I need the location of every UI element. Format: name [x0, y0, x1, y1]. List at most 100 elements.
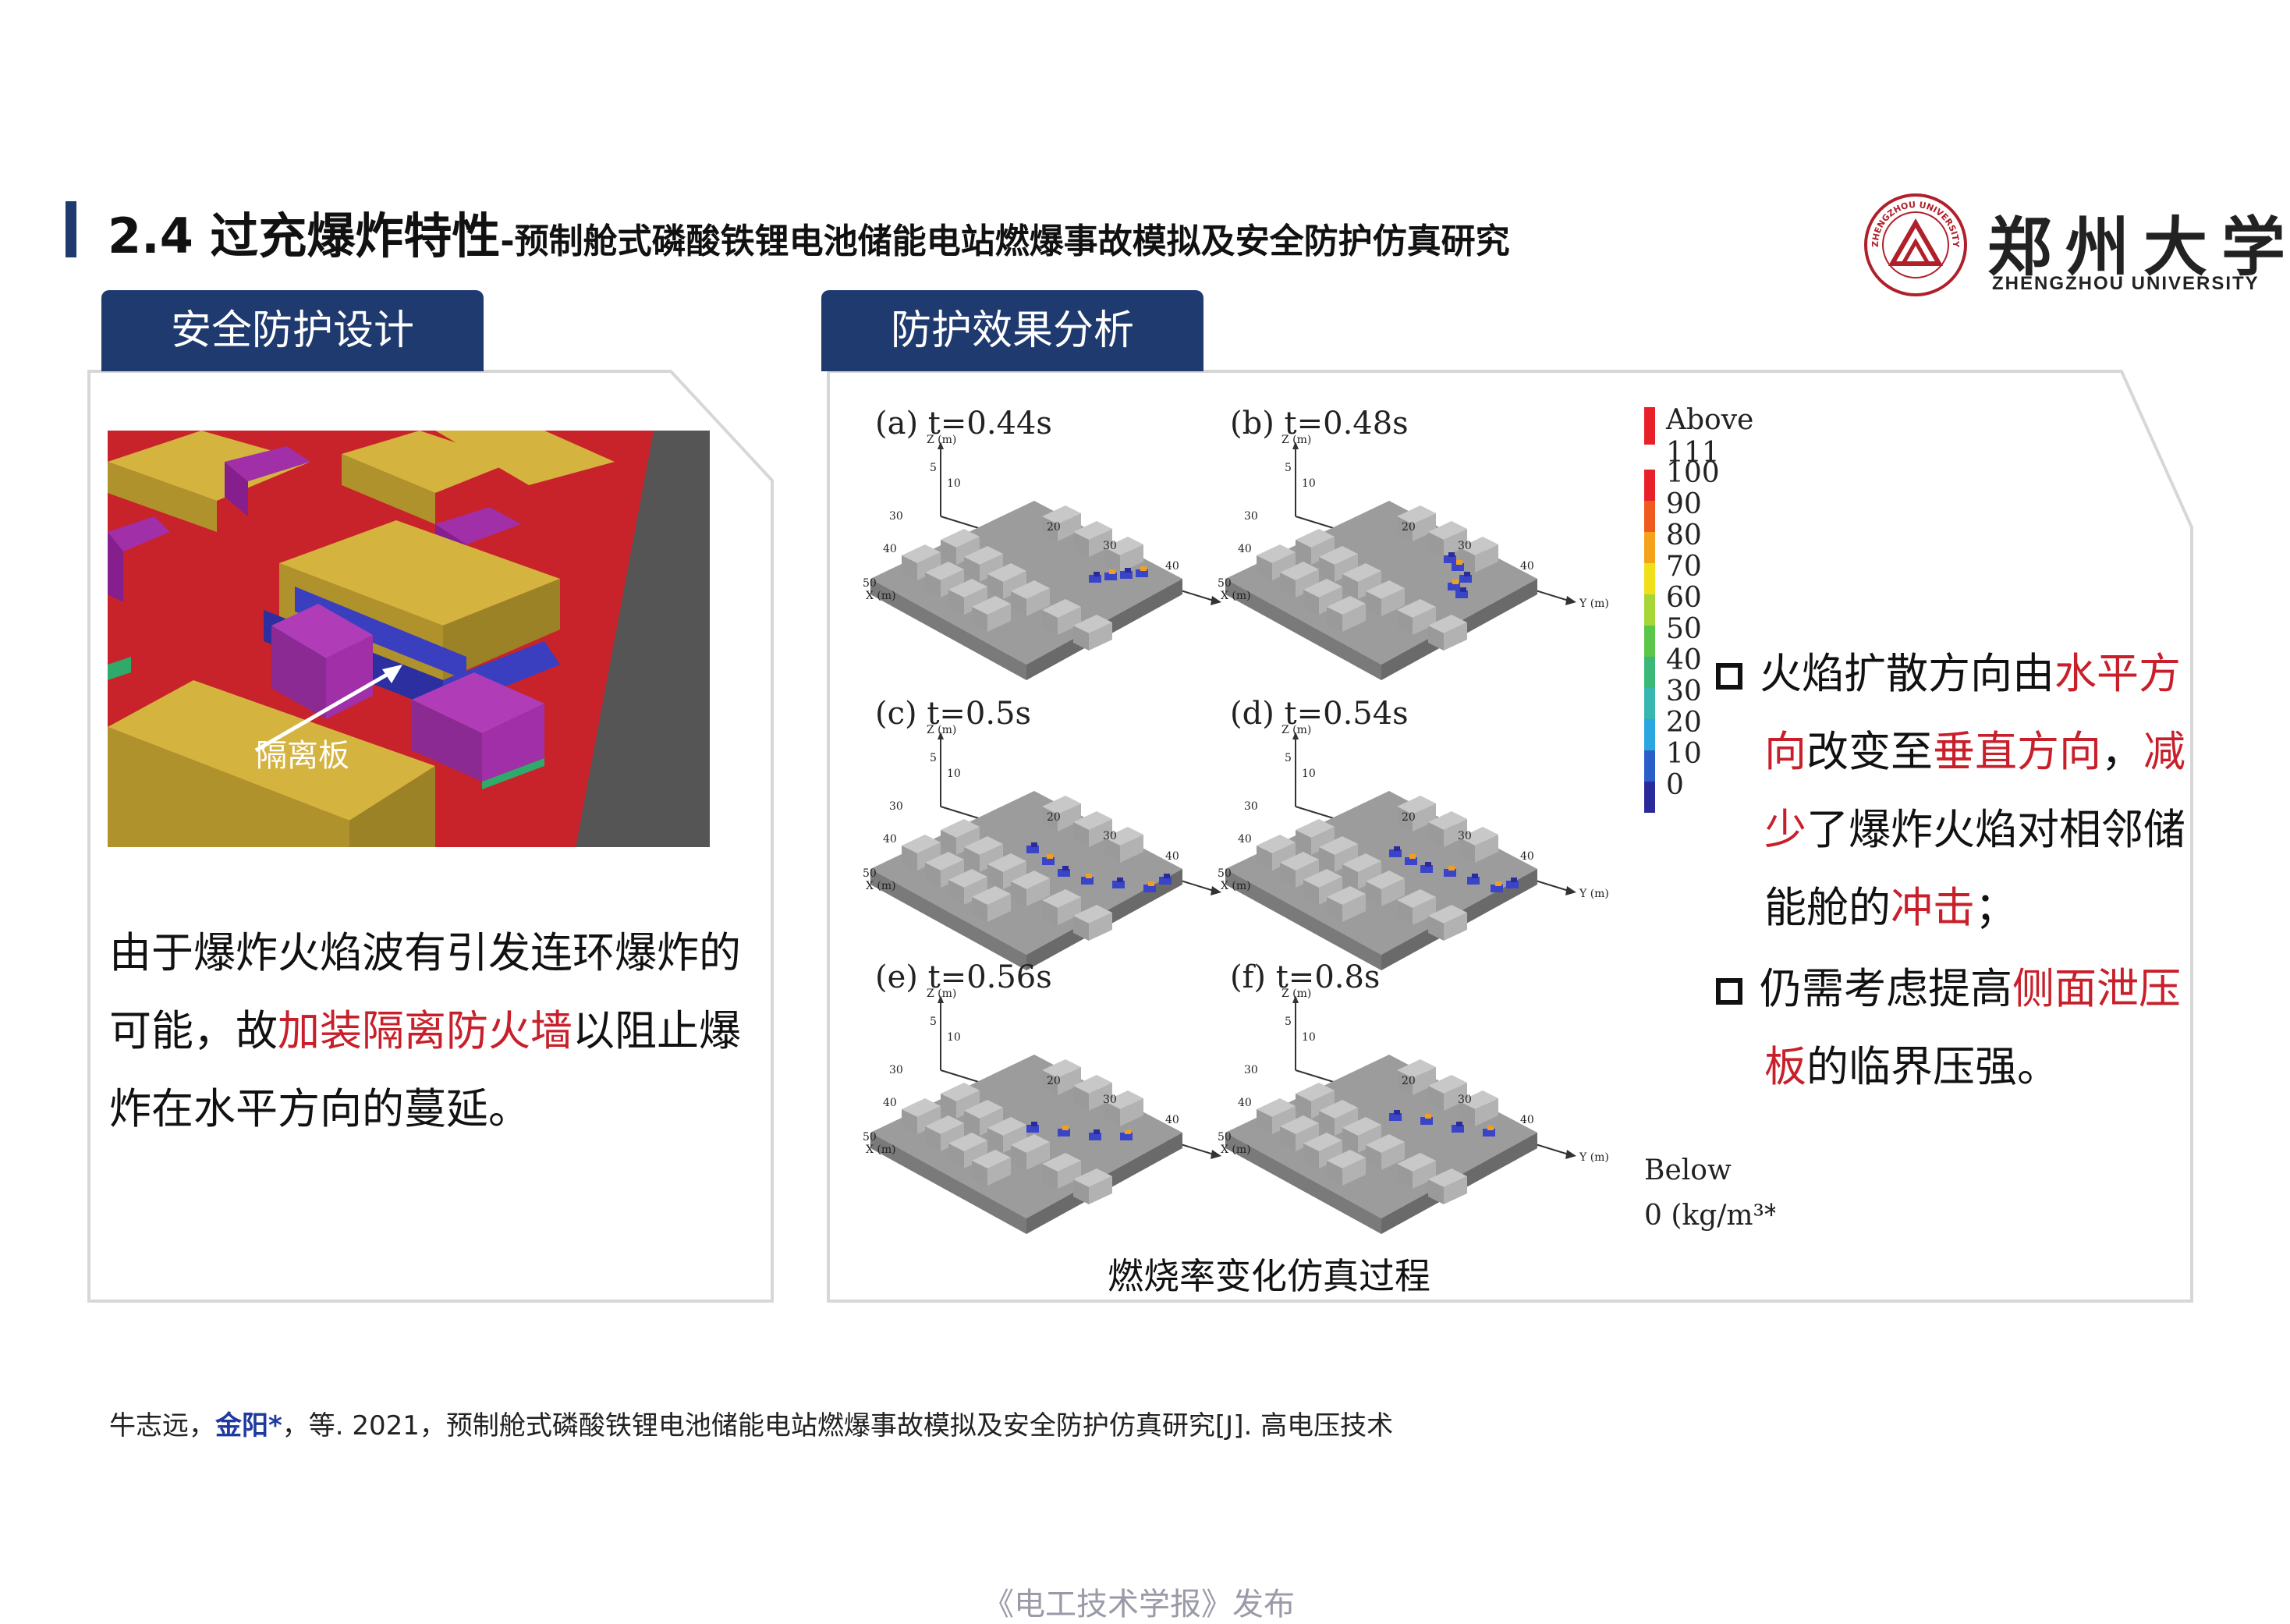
- y-tick: 40: [1520, 850, 1534, 863]
- x-tick: 40: [1238, 1097, 1252, 1109]
- x-tick: 40: [883, 543, 897, 555]
- colorbar-segment: [1644, 532, 1655, 563]
- x-axis-label: X (m): [866, 880, 896, 892]
- reference-citation: 牛志远，金阳*，等. 2021，预制舱式磷酸铁锂电池储能电站燃爆事故模拟及安全防…: [109, 1404, 1393, 1442]
- x-axis-label: X (m): [866, 590, 896, 602]
- y-tick: 40: [1520, 1114, 1534, 1126]
- finding-item: 火焰扩散方向由水平方向改变至垂直方向，减少了爆炸火焰对相邻储能舱的冲击；: [1716, 635, 2200, 947]
- x-tick: 30: [1244, 1064, 1258, 1076]
- flame-particle: [1125, 1129, 1131, 1134]
- flame-particle: [1062, 1126, 1069, 1130]
- reference-author: 金阳*: [215, 1410, 282, 1441]
- findings-list: 火焰扩散方向由水平方向改变至垂直方向，减少了爆炸火焰对相邻储能舱的冲击； 仍需考虑…: [1716, 635, 2200, 1109]
- flame-particle: [1425, 862, 1431, 867]
- finding-text-segment: 改变至: [1806, 727, 1933, 776]
- image-label-isolation-plate: 隔离板: [256, 738, 349, 774]
- colorbar-segment: [1644, 688, 1655, 719]
- left-description: 由于爆炸火焰波有引发连环爆炸的可能，故加装隔离防火墙以阻止爆炸在水平方向的蔓延。: [109, 914, 749, 1148]
- colorbar-below-label: Below: [1644, 1154, 1732, 1186]
- flame-particle: [1456, 1122, 1462, 1126]
- y-tick: 40: [1165, 560, 1179, 573]
- simulation-subplot: (c) t=0.5sZ (m)510304050X (m)203040: [863, 696, 1221, 970]
- finding-text-segment: 垂直方向: [1933, 727, 2101, 776]
- flame-particle: [1148, 881, 1154, 886]
- flame-particle: [1031, 1122, 1037, 1126]
- z-tick: 10: [947, 1031, 961, 1044]
- reference-prefix: 牛志远，: [109, 1410, 215, 1441]
- y-axis-label: Y (m): [1579, 888, 1609, 900]
- flame-particle: [1425, 1114, 1431, 1119]
- z-axis-label: Z (m): [927, 434, 956, 446]
- flame-particle: [1448, 552, 1455, 557]
- flame-particle: [1456, 560, 1462, 565]
- tab-safety-design: 安全防护设计: [101, 290, 484, 371]
- y-tick: 20: [1402, 811, 1416, 824]
- x-tick: 40: [1238, 543, 1252, 555]
- z-axis-label: Z (m): [1281, 988, 1311, 1000]
- z-tick: 5: [1285, 462, 1292, 474]
- z-axis-label: Z (m): [927, 724, 956, 736]
- x-tick: 50: [1218, 1131, 1232, 1144]
- colorbar-tick: 0: [1666, 769, 1684, 801]
- subplot-label: (e) t=0.56s: [875, 959, 1052, 995]
- x-tick: 30: [889, 510, 903, 523]
- x-axis-label: X (m): [1221, 880, 1251, 892]
- checkbox-bullet-icon: [1716, 978, 1742, 1005]
- x-tick: 40: [1238, 833, 1252, 846]
- colorbar-tick: 100: [1666, 457, 1720, 489]
- finding-text-segment: ，: [2101, 727, 2143, 776]
- flame-particle: [1472, 874, 1478, 878]
- tab-effect-analysis: 防护效果分析: [821, 290, 1203, 371]
- x-axis-label: X (m): [1221, 590, 1251, 602]
- y-tick: 30: [1103, 1094, 1117, 1106]
- colorbar-tick: 70: [1666, 551, 1702, 583]
- z-tick: 5: [930, 752, 937, 764]
- finding-text-segment: 仍需考虑提高: [1760, 964, 2012, 1013]
- x-axis-label: X (m): [1221, 1144, 1251, 1156]
- footer-publisher: 《电工技术学报》发布: [983, 1587, 1295, 1622]
- finding-item: 仍需考虑提高侧面泄压板的临界压强。: [1716, 950, 2200, 1106]
- x-tick: 30: [1244, 800, 1258, 813]
- flame-particle: [1047, 854, 1053, 859]
- y-tick: 40: [1520, 560, 1534, 573]
- flame-particle: [1394, 1110, 1400, 1115]
- colorbar-above-label: Above: [1665, 404, 1753, 436]
- y-tick: 30: [1458, 540, 1472, 552]
- simulation-subplot: (f) t=0.8sZ (m)510Y (m)304050X (m)203040: [1218, 959, 1609, 1234]
- y-tick: 30: [1103, 540, 1117, 552]
- checkbox-bullet-icon: [1716, 663, 1742, 690]
- colorbar-segment: [1644, 626, 1655, 657]
- z-axis-label: Z (m): [1281, 434, 1311, 446]
- simulation-subplot: (d) t=0.54sZ (m) 5 10 Y (m) 30 40 50X (m) 20 30 4…: [1218, 696, 1609, 970]
- simulation-caption: 燃烧率变化仿真过程: [1108, 1255, 1430, 1297]
- colorbar-segment: [1644, 563, 1655, 594]
- finding-text-segment: 火焰扩散方向由: [1760, 649, 2054, 698]
- flame-particle: [1094, 1129, 1100, 1134]
- x-tick: 30: [1244, 510, 1258, 523]
- flame-particle: [1460, 587, 1466, 592]
- flame-particle: [1511, 878, 1517, 882]
- y-tick: 30: [1103, 830, 1117, 842]
- x-tick: 50: [1218, 867, 1232, 880]
- z-tick: 10: [947, 768, 961, 780]
- z-tick: 10: [1302, 1031, 1316, 1044]
- flame-particle: [1487, 1126, 1494, 1130]
- z-tick: 10: [947, 477, 961, 490]
- colorbar-segment: [1644, 470, 1655, 501]
- y-tick: 20: [1047, 1075, 1061, 1087]
- x-tick: 50: [863, 1131, 877, 1144]
- isolation-plate-render: 隔离板: [108, 431, 710, 847]
- y-tick: 20: [1047, 811, 1061, 824]
- flame-particle: [1464, 572, 1470, 576]
- flame-particle: [1109, 569, 1115, 574]
- flame-particle: [1031, 842, 1037, 847]
- x-tick: 50: [1218, 577, 1232, 590]
- x-axis-label: X (m): [866, 1144, 896, 1156]
- left-text-highlight: 加装隔离防火墙: [278, 1006, 572, 1055]
- y-tick: 30: [1458, 830, 1472, 842]
- colorbar-tick: 60: [1666, 582, 1702, 614]
- subplot-label: (a) t=0.44s: [875, 406, 1052, 441]
- simulation-figure: (a) t=0.44sZ (m)510304050X (m)203040(b) …: [863, 404, 1775, 1234]
- flame-particle: [1164, 874, 1170, 878]
- colorbar-segment: [1644, 657, 1655, 688]
